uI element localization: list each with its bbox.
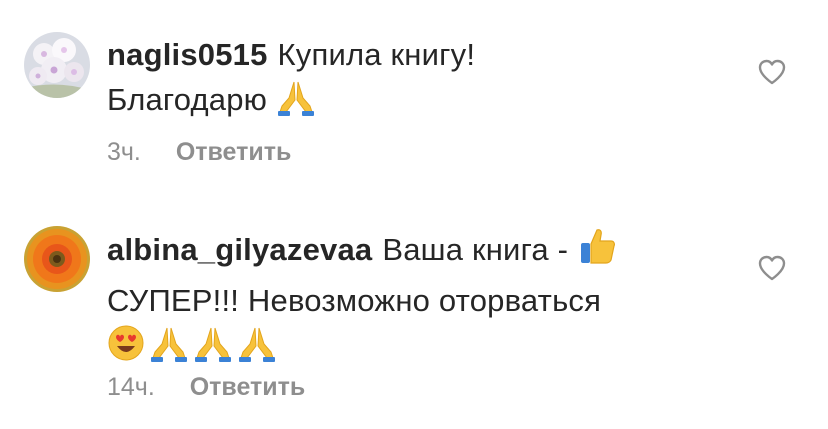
comment-text: naglis0515 Купила книгу! Благодарю (107, 32, 707, 128)
comment-timestamp: 14ч. (107, 373, 155, 401)
heart-like-icon[interactable] (758, 255, 786, 281)
folded-hands-emoji-icon (276, 80, 316, 128)
comment-username[interactable]: albina_gilyazevaa (107, 232, 372, 267)
comment-timestamp: 3ч. (107, 138, 141, 166)
comment-text-line: СУПЕР!!! Невозможно оторваться (107, 283, 602, 318)
comment-text: albina_gilyazevaa Ваша книга - СУПЕР!!! Н… (107, 226, 707, 374)
thumbs-up-emoji-icon (577, 226, 617, 278)
comment-text-line: Ваша книга - (382, 232, 569, 267)
comment-text-line: Купила книгу! (277, 37, 476, 72)
gerbera-avatar-icon (24, 226, 90, 292)
comment-meta: 3ч. Ответить (107, 138, 291, 167)
folded-hands-emoji-icon (193, 326, 233, 374)
avatar[interactable] (24, 32, 90, 98)
folded-hands-emoji-icon (149, 326, 189, 374)
avatar[interactable] (24, 226, 90, 292)
reply-button[interactable]: Ответить (176, 138, 292, 166)
comment-text-line: Благодарю (107, 82, 268, 117)
comment-meta: 14ч. Ответить (107, 373, 305, 402)
flower-avatar-icon (24, 32, 90, 98)
heart-like-icon[interactable] (758, 59, 786, 85)
reply-button[interactable]: Ответить (190, 373, 306, 401)
folded-hands-emoji-icon (237, 326, 277, 374)
comment-username[interactable]: naglis0515 (107, 37, 268, 72)
heart-eyes-emoji-icon (107, 324, 145, 374)
